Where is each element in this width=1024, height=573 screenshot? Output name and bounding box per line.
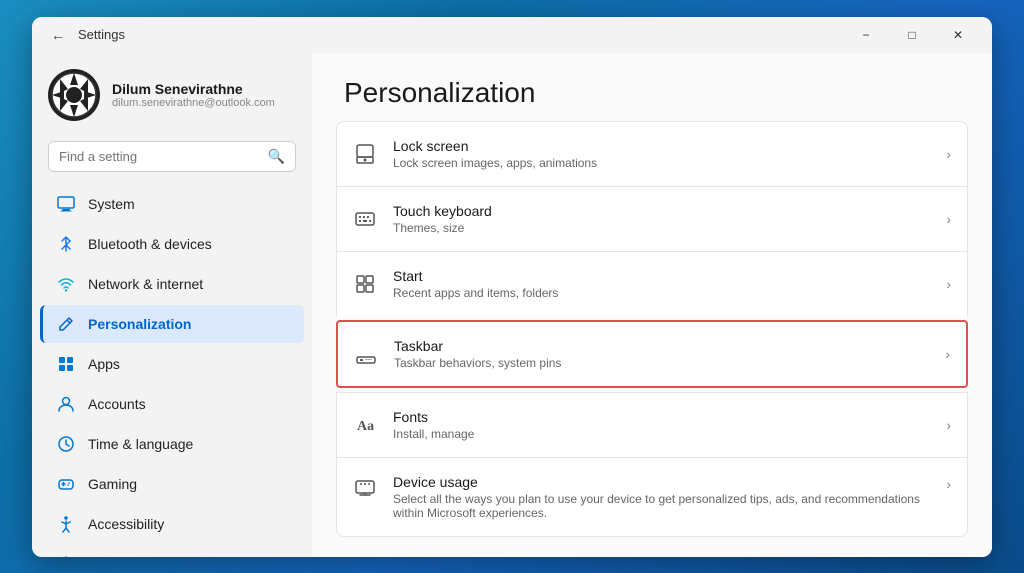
device-usage-chevron: › xyxy=(946,476,951,492)
nav-label-network: Network & internet xyxy=(88,276,203,292)
device-usage-desc: Select all the ways you plan to use your… xyxy=(393,492,930,520)
device-usage-content: Device usage Select all the ways you pla… xyxy=(393,474,930,520)
device-usage-icon xyxy=(353,476,377,500)
nav-item-apps[interactable]: Apps xyxy=(40,345,304,383)
sidebar: Dilum Senevirathne dilum.senevirathne@ou… xyxy=(32,53,312,557)
nav-label-time: Time & language xyxy=(88,436,193,452)
settings-window: ← Settings − □ ✕ xyxy=(32,17,992,557)
settings-item-taskbar[interactable]: Taskbar Taskbar behaviors, system pins › xyxy=(336,320,968,388)
shield-icon xyxy=(56,554,76,557)
settings-item-fonts[interactable]: Aa Fonts Install, manage › xyxy=(336,392,968,457)
fonts-chevron: › xyxy=(946,417,951,433)
fonts-content: Fonts Install, manage xyxy=(393,409,930,441)
start-content: Start Recent apps and items, folders xyxy=(393,268,930,300)
user-email: dilum.senevirathne@outlook.com xyxy=(112,97,275,109)
clock-icon xyxy=(56,434,76,454)
start-icon xyxy=(353,272,377,296)
search-box[interactable]: 🔍 xyxy=(48,141,296,172)
accounts-icon xyxy=(56,394,76,414)
nav-label-bluetooth: Bluetooth & devices xyxy=(88,236,212,252)
maximize-button[interactable]: □ xyxy=(890,19,934,51)
lock-screen-desc: Lock screen images, apps, animations xyxy=(393,156,930,170)
fonts-title: Fonts xyxy=(393,409,930,425)
nav-label-personalization: Personalization xyxy=(88,316,191,332)
settings-item-lock-screen[interactable]: Lock screen Lock screen images, apps, an… xyxy=(336,121,968,186)
bluetooth-icon xyxy=(56,234,76,254)
main-content: Personalization Lock screen Lock scree xyxy=(312,53,992,557)
nav-item-time[interactable]: Time & language xyxy=(40,425,304,463)
nav-label-accounts: Accounts xyxy=(88,396,146,412)
wifi-icon xyxy=(56,274,76,294)
settings-list: Lock screen Lock screen images, apps, an… xyxy=(312,121,992,557)
lock-screen-icon xyxy=(353,142,377,166)
taskbar-content: Taskbar Taskbar behaviors, system pins xyxy=(394,338,929,370)
settings-item-start[interactable]: Start Recent apps and items, folders › xyxy=(336,251,968,316)
svg-text:Aa: Aa xyxy=(357,419,374,434)
taskbar-chevron: › xyxy=(945,346,950,362)
close-button[interactable]: ✕ xyxy=(936,19,980,51)
window-title: Settings xyxy=(78,27,844,42)
nav-label-privacy: Privacy & security xyxy=(88,556,199,557)
pencil-icon xyxy=(56,314,76,334)
lock-screen-title: Lock screen xyxy=(393,138,930,154)
settings-item-device-usage[interactable]: Device usage Select all the ways you pla… xyxy=(336,457,968,537)
nav-label-apps: Apps xyxy=(88,356,120,372)
nav-label-gaming: Gaming xyxy=(88,476,137,492)
nav-label-system: System xyxy=(88,196,135,212)
user-name: Dilum Senevirathne xyxy=(112,81,275,97)
start-desc: Recent apps and items, folders xyxy=(393,286,930,300)
lock-screen-content: Lock screen Lock screen images, apps, an… xyxy=(393,138,930,170)
avatar xyxy=(48,69,100,121)
taskbar-desc: Taskbar behaviors, system pins xyxy=(394,356,929,370)
page-title: Personalization xyxy=(344,77,960,109)
fonts-desc: Install, manage xyxy=(393,427,930,441)
window-controls: − □ ✕ xyxy=(844,19,980,51)
search-input[interactable] xyxy=(59,149,262,164)
system-icon xyxy=(56,194,76,214)
back-button[interactable]: ← xyxy=(44,21,72,49)
nav-item-personalization[interactable]: Personalization xyxy=(40,305,304,343)
gaming-icon xyxy=(56,474,76,494)
nav-label-accessibility: Accessibility xyxy=(88,516,164,532)
start-title: Start xyxy=(393,268,930,284)
keyboard-icon xyxy=(353,207,377,231)
touch-keyboard-title: Touch keyboard xyxy=(393,203,930,219)
search-icon: 🔍 xyxy=(268,148,285,165)
nav-item-gaming[interactable]: Gaming xyxy=(40,465,304,503)
nav-item-bluetooth[interactable]: Bluetooth & devices xyxy=(40,225,304,263)
accessibility-icon xyxy=(56,514,76,534)
lock-screen-chevron: › xyxy=(946,146,951,162)
user-info: Dilum Senevirathne dilum.senevirathne@ou… xyxy=(112,81,275,109)
touch-keyboard-content: Touch keyboard Themes, size xyxy=(393,203,930,235)
titlebar: ← Settings − □ ✕ xyxy=(32,17,992,53)
nav-item-system[interactable]: System xyxy=(40,185,304,223)
nav-item-accounts[interactable]: Accounts xyxy=(40,385,304,423)
minimize-button[interactable]: − xyxy=(844,19,888,51)
nav-item-accessibility[interactable]: Accessibility xyxy=(40,505,304,543)
taskbar-title: Taskbar xyxy=(394,338,929,354)
window-content: Dilum Senevirathne dilum.senevirathne@ou… xyxy=(32,53,992,557)
start-chevron: › xyxy=(946,276,951,292)
touch-keyboard-chevron: › xyxy=(946,211,951,227)
page-header: Personalization xyxy=(312,53,992,121)
touch-keyboard-desc: Themes, size xyxy=(393,221,930,235)
taskbar-icon xyxy=(354,342,378,366)
nav-item-privacy[interactable]: Privacy & security xyxy=(40,545,304,557)
apps-icon xyxy=(56,354,76,374)
nav-item-network[interactable]: Network & internet xyxy=(40,265,304,303)
device-usage-title: Device usage xyxy=(393,474,930,490)
user-profile: Dilum Senevirathne dilum.senevirathne@ou… xyxy=(32,57,312,133)
fonts-icon: Aa xyxy=(353,413,377,437)
settings-item-touch-keyboard[interactable]: Touch keyboard Themes, size › xyxy=(336,186,968,251)
